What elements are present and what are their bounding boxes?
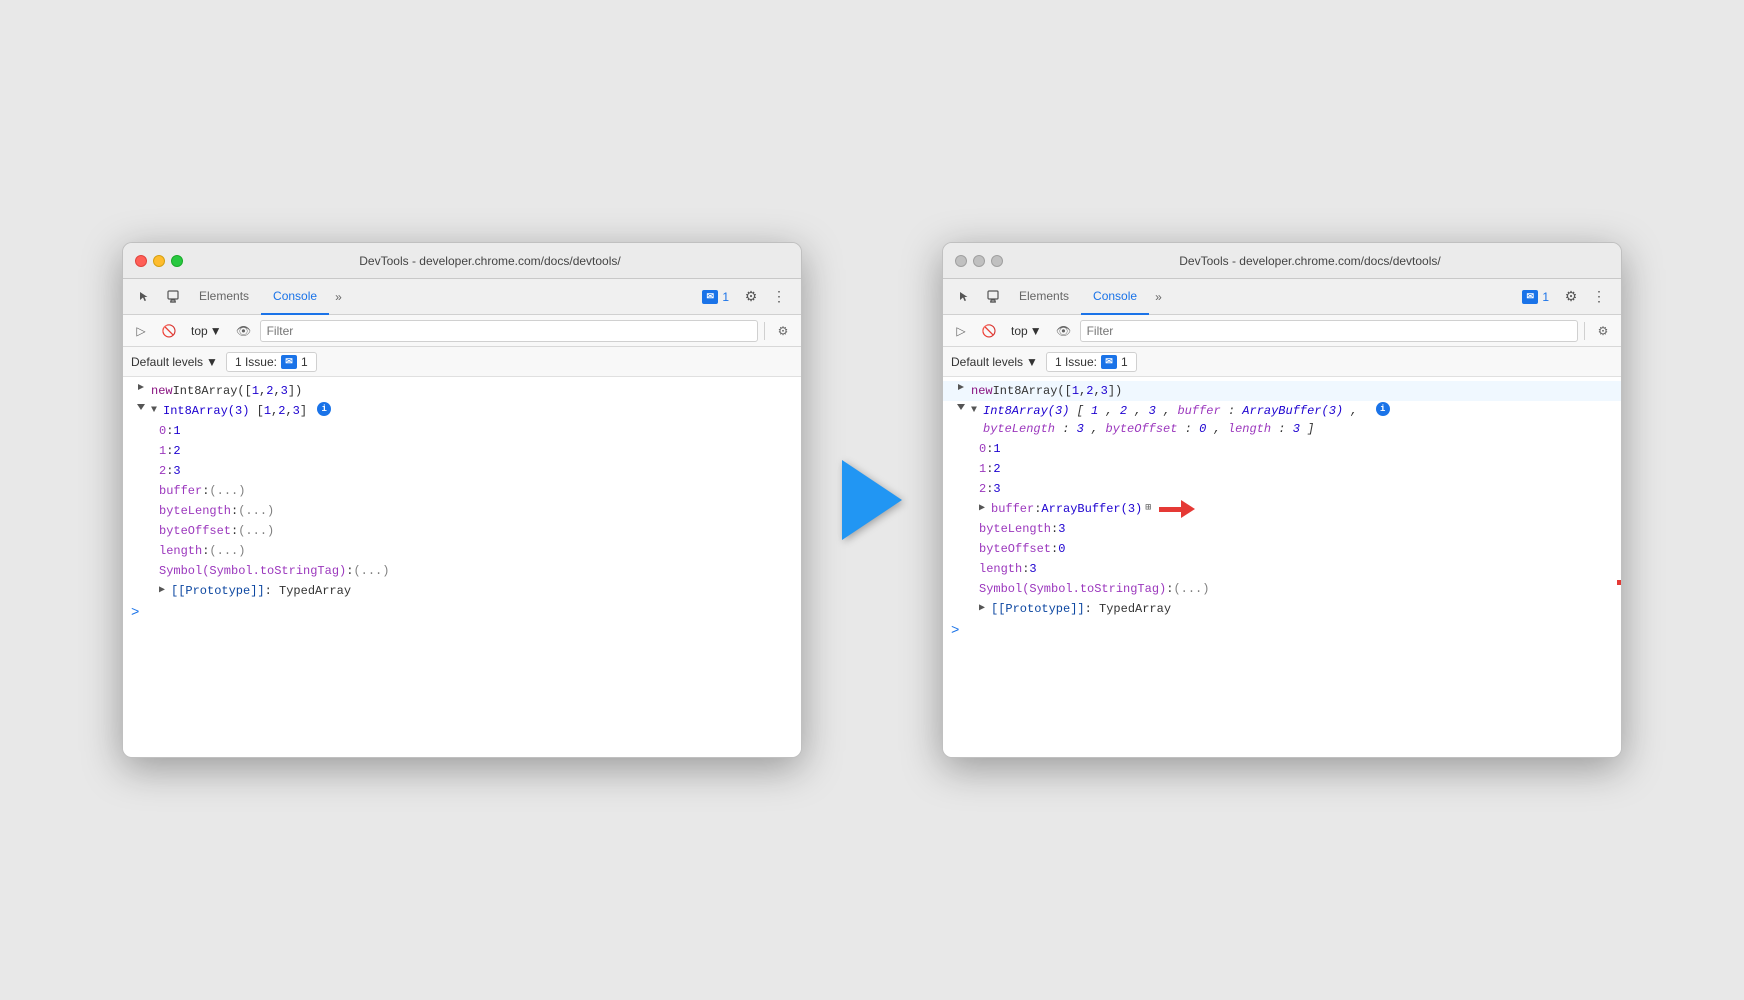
right-maximize-btn[interactable]	[991, 255, 1003, 267]
right-toolbar-tabs: Elements Console » ✉ 1 ⚙ ⋮	[943, 279, 1621, 315]
left-toolbar-tabs: Elements Console » ✉ 1 ⚙ ⋮	[123, 279, 801, 315]
left-prop-buffer: buffer : (...)	[123, 481, 801, 501]
right-red-arrow-buffer	[1159, 500, 1195, 518]
left-messages-badge[interactable]: ✉ 1	[694, 287, 737, 307]
right-console-content: new Int8Array([ 1 , 2 , 3 ]) ▼ Int8Array…	[943, 377, 1621, 757]
right-line-output-header: ▼ Int8Array(3) [ 1 , 2 , 3 , buffer : Ar…	[943, 401, 1621, 439]
right-device-icon[interactable]	[979, 283, 1007, 311]
maximize-button[interactable]	[171, 255, 183, 267]
left-filter-input[interactable]	[260, 320, 758, 342]
left-gutter-2	[131, 402, 151, 412]
left-issues-btn[interactable]: 1 Issue: ✉ 1	[226, 352, 317, 372]
left-default-levels-btn[interactable]: Default levels ▼	[131, 355, 218, 369]
left-traffic-lights	[135, 255, 183, 267]
left-badge-icon: ✉	[702, 290, 718, 304]
right-info-badge[interactable]: i	[1376, 402, 1390, 416]
left-prop-0: 0 : 1	[123, 421, 801, 441]
right-prop-symbol: Symbol(Symbol.toStringTag) : (...)	[943, 579, 1621, 599]
left-line-output-header: ▼ Int8Array(3) [ 1 , 2 , 3 ] i	[123, 401, 801, 421]
left-issues-bar: Default levels ▼ 1 Issue: ✉ 1	[123, 347, 801, 377]
right-messages-badge[interactable]: ✉ 1	[1514, 287, 1557, 307]
right-issues-badge-icon: ✉	[1101, 355, 1117, 369]
left-prop-byteoffset: byteOffset : (...)	[123, 521, 801, 541]
left-settings-icon[interactable]: ⚙	[737, 283, 765, 311]
right-badge-icon: ✉	[1522, 290, 1538, 304]
left-eye-icon[interactable]: 👁	[232, 319, 256, 343]
left-devtools-window: DevTools - developer.chrome.com/docs/dev…	[122, 242, 802, 758]
minimize-button[interactable]	[153, 255, 165, 267]
right-tab-console[interactable]: Console	[1081, 279, 1149, 315]
right-run-icon[interactable]: ▷	[949, 319, 973, 343]
left-run-icon[interactable]: ▷	[129, 319, 153, 343]
right-prop-bytelength: byteLength : 3	[943, 519, 1621, 539]
right-console-toolbar: ▷ 🚫 top ▼ 👁 ⚙	[943, 315, 1621, 347]
left-prop-bytelength: byteLength : (...)	[123, 501, 801, 521]
left-prop-symbol: Symbol(Symbol.toStringTag) : (...)	[123, 561, 801, 581]
left-tab-more[interactable]: »	[329, 290, 348, 304]
right-prop-length: length : 3	[943, 559, 1621, 579]
left-window-title: DevTools - developer.chrome.com/docs/dev…	[191, 254, 789, 268]
left-gutter-1	[131, 382, 151, 392]
comparison-arrow	[842, 460, 902, 540]
left-tab-console[interactable]: Console	[261, 279, 329, 315]
left-cursor-icon[interactable]	[131, 283, 159, 311]
right-traffic-lights	[955, 255, 1003, 267]
right-default-levels-btn[interactable]: Default levels ▼	[951, 355, 1038, 369]
left-top-dropdown[interactable]: top ▼	[185, 322, 228, 340]
right-prop-2: 2 : 3	[943, 479, 1621, 499]
right-prop-prototype: ▶ [[Prototype]] : TypedArray	[943, 599, 1621, 619]
right-prop-1: 1 : 2	[943, 459, 1621, 479]
right-issues-bar: Default levels ▼ 1 Issue: ✉ 1	[943, 347, 1621, 377]
left-info-badge[interactable]: i	[317, 402, 331, 416]
right-console-prompt[interactable]: >	[943, 619, 1621, 643]
left-prop-1: 1 : 2	[123, 441, 801, 461]
left-more-icon[interactable]: ⋮	[765, 283, 793, 311]
right-top-dropdown[interactable]: top ▼	[1005, 322, 1048, 340]
right-settings-icon[interactable]: ⚙	[1557, 283, 1585, 311]
comparison-container: DevTools - developer.chrome.com/docs/dev…	[82, 202, 1662, 798]
left-console-toolbar: ▷ 🚫 top ▼ 👁 ⚙	[123, 315, 801, 347]
right-close-btn[interactable]	[955, 255, 967, 267]
right-block-icon[interactable]: 🚫	[977, 319, 1001, 343]
left-settings-console-icon[interactable]: ⚙	[771, 319, 795, 343]
right-title-bar: DevTools - developer.chrome.com/docs/dev…	[943, 243, 1621, 279]
left-prop-prototype: ▶ [[Prototype]] : TypedArray	[123, 581, 801, 601]
left-console-prompt[interactable]: >	[123, 601, 801, 625]
right-cursor-icon[interactable]	[951, 283, 979, 311]
right-line-input: new Int8Array([ 1 , 2 , 3 ])	[943, 381, 1621, 401]
right-gutter-1	[951, 382, 971, 392]
right-more-icon[interactable]: ⋮	[1585, 283, 1613, 311]
left-line-input: new Int8Array([ 1 , 2 , 3 ])	[123, 381, 801, 401]
right-prop-buffer: ▶ buffer : ArrayBuffer(3) ⊞	[943, 499, 1621, 519]
left-divider	[764, 322, 765, 340]
left-prop-length: length : (...)	[123, 541, 801, 561]
right-tab-more[interactable]: »	[1149, 290, 1168, 304]
right-prop-0: 0 : 1	[943, 439, 1621, 459]
right-prop-byteoffset: byteOffset : 0	[943, 539, 1621, 559]
left-block-icon[interactable]: 🚫	[157, 319, 181, 343]
close-button[interactable]	[135, 255, 147, 267]
big-arrow-right	[842, 460, 902, 540]
right-filter-input[interactable]	[1080, 320, 1578, 342]
right-tab-elements[interactable]: Elements	[1007, 279, 1081, 315]
right-gutter-2	[951, 402, 971, 412]
right-divider	[1584, 322, 1585, 340]
left-issues-badge-icon: ✉	[281, 355, 297, 369]
right-issues-btn[interactable]: 1 Issue: ✉ 1	[1046, 352, 1137, 372]
right-minimize-btn[interactable]	[973, 255, 985, 267]
right-devtools-window: DevTools - developer.chrome.com/docs/dev…	[942, 242, 1622, 758]
left-tab-elements[interactable]: Elements	[187, 279, 261, 315]
right-window-title: DevTools - developer.chrome.com/docs/dev…	[1011, 254, 1609, 268]
left-title-bar: DevTools - developer.chrome.com/docs/dev…	[123, 243, 801, 279]
red-arrow-header	[1617, 573, 1622, 591]
right-eye-icon[interactable]: 👁	[1052, 319, 1076, 343]
left-device-icon[interactable]	[159, 283, 187, 311]
left-console-content: new Int8Array([ 1 , 2 , 3 ]) ▼ Int8Array…	[123, 377, 801, 757]
right-settings-console-icon[interactable]: ⚙	[1591, 319, 1615, 343]
left-prop-2: 2 : 3	[123, 461, 801, 481]
